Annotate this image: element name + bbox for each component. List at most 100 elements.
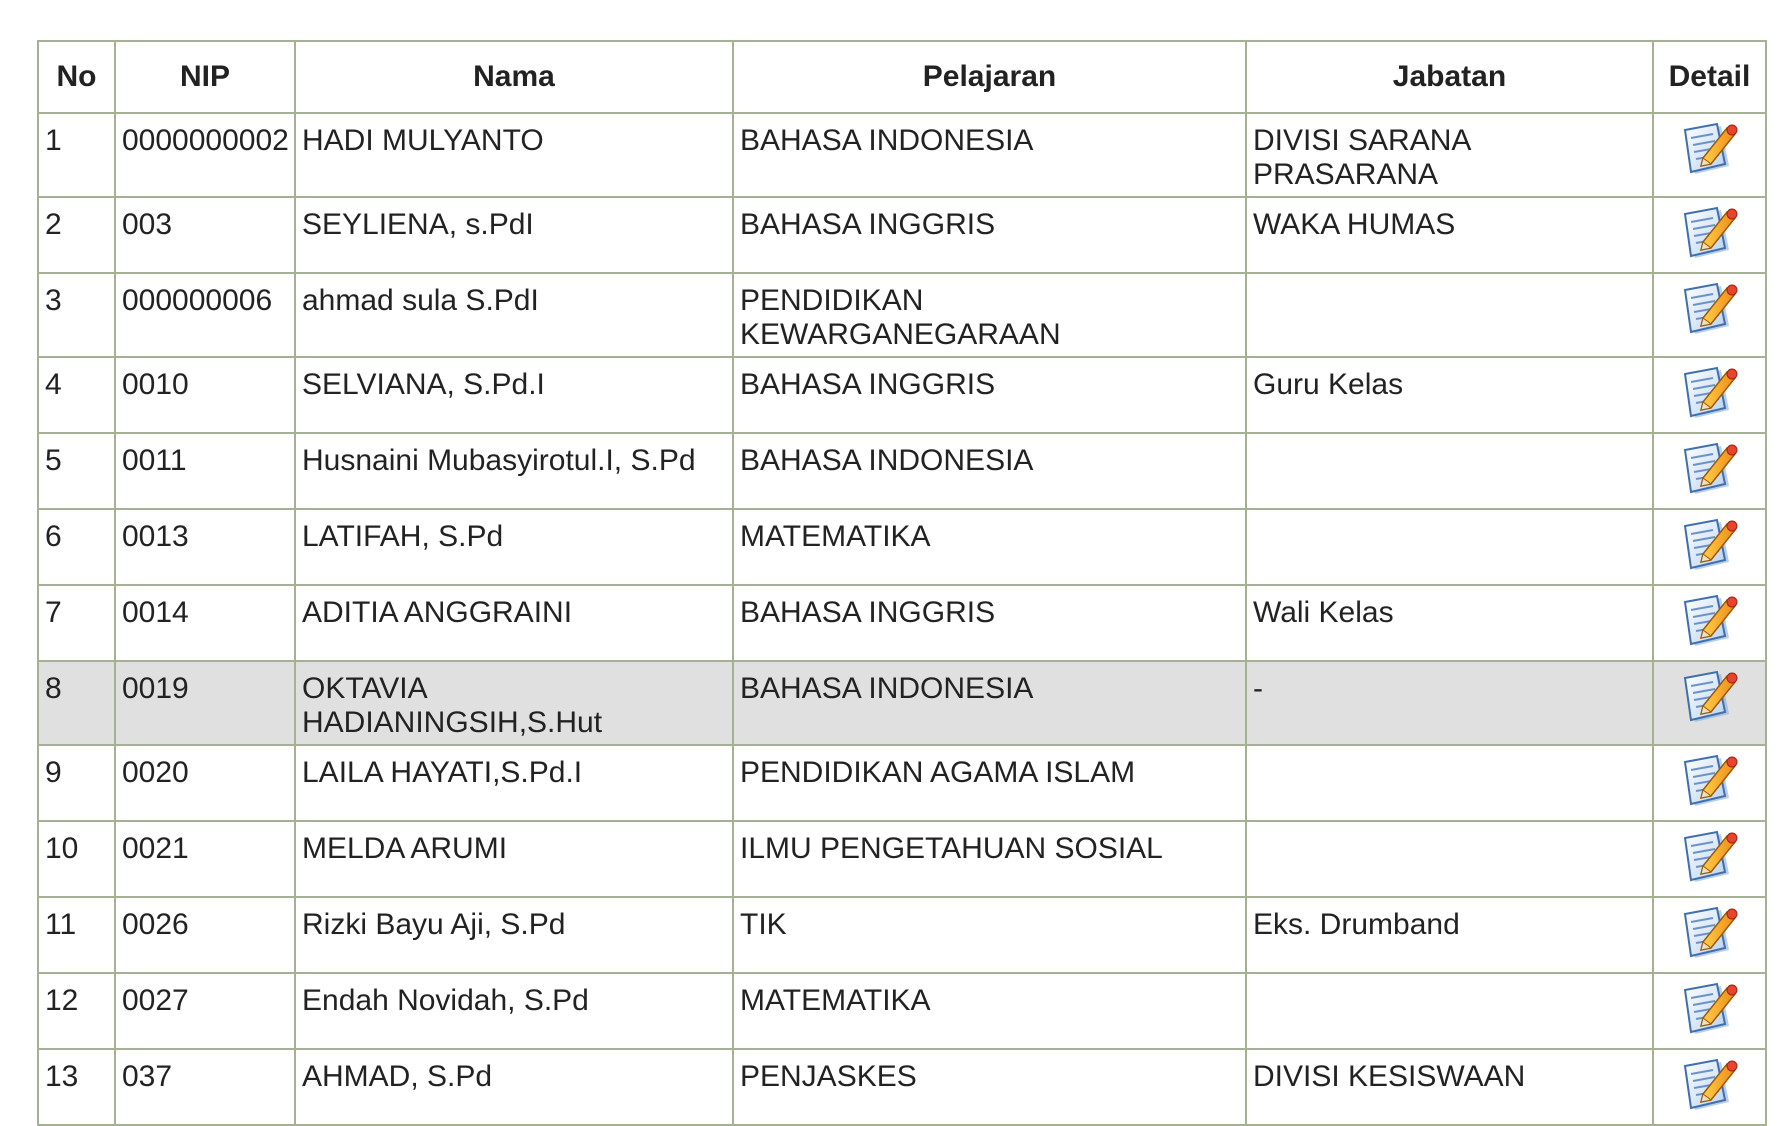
cell-jabatan: DIVISI SARANA PRASARANA	[1245, 112, 1654, 198]
table-row: 11 0026 Rizki Bayu Aji, S.Pd TIK Eks. Dr…	[37, 896, 1767, 974]
cell-jabatan: -	[1245, 660, 1654, 746]
cell-nip: 0000000002	[114, 112, 296, 198]
edit-document-icon[interactable]	[1679, 1054, 1741, 1116]
cell-pelajaran: BAHASA INDONESIA	[732, 112, 1247, 198]
cell-nama: SELVIANA, S.Pd.I	[294, 356, 734, 434]
cell-detail	[1652, 196, 1767, 274]
cell-jabatan	[1245, 432, 1654, 510]
edit-document-icon[interactable]	[1679, 826, 1741, 888]
cell-jabatan: Eks. Drumband	[1245, 896, 1654, 974]
table-row: 5 0011 Husnaini Mubasyirotul.I, S.Pd BAH…	[37, 432, 1767, 510]
cell-no: 5	[37, 432, 116, 510]
edit-document-icon[interactable]	[1679, 590, 1741, 652]
cell-detail	[1652, 272, 1767, 358]
cell-nip: 0010	[114, 356, 296, 434]
cell-nip: 0026	[114, 896, 296, 974]
cell-nama: MELDA ARUMI	[294, 820, 734, 898]
teacher-table-container: No NIP Nama Pelajaran Jabatan Detail 1 0…	[37, 40, 1767, 1126]
cell-nip: 000000006	[114, 272, 296, 358]
edit-document-icon[interactable]	[1679, 202, 1741, 264]
table-row: 3 000000006 ahmad sula S.PdI PENDIDIKAN …	[37, 272, 1767, 358]
cell-jabatan	[1245, 744, 1654, 822]
column-header-nip: NIP	[114, 40, 296, 114]
cell-nip: 0027	[114, 972, 296, 1050]
cell-jabatan	[1245, 820, 1654, 898]
cell-detail	[1652, 744, 1767, 822]
cell-jabatan	[1245, 972, 1654, 1050]
table-row: 8 0019 OKTAVIA HADIANINGSIH,S.Hut BAHASA…	[37, 660, 1767, 746]
cell-no: 6	[37, 508, 116, 586]
cell-nama: ADITIA ANGGRAINI	[294, 584, 734, 662]
edit-document-icon[interactable]	[1679, 438, 1741, 500]
table-header-row: No NIP Nama Pelajaran Jabatan Detail	[37, 40, 1767, 114]
cell-detail	[1652, 660, 1767, 746]
cell-no: 4	[37, 356, 116, 434]
cell-detail	[1652, 508, 1767, 586]
cell-no: 2	[37, 196, 116, 274]
cell-no: 12	[37, 972, 116, 1050]
table-row: 12 0027 Endah Novidah, S.Pd MATEMATIKA	[37, 972, 1767, 1050]
cell-nama: SEYLIENA, s.PdI	[294, 196, 734, 274]
cell-jabatan	[1245, 272, 1654, 358]
cell-pelajaran: ILMU PENGETAHUAN SOSIAL	[732, 820, 1247, 898]
cell-nama: ahmad sula S.PdI	[294, 272, 734, 358]
cell-nama: Endah Novidah, S.Pd	[294, 972, 734, 1050]
cell-nama: Husnaini Mubasyirotul.I, S.Pd	[294, 432, 734, 510]
cell-pelajaran: BAHASA INDONESIA	[732, 660, 1247, 746]
cell-no: 8	[37, 660, 116, 746]
cell-detail	[1652, 356, 1767, 434]
column-header-nama: Nama	[294, 40, 734, 114]
teacher-table: No NIP Nama Pelajaran Jabatan Detail 1 0…	[37, 40, 1767, 1126]
cell-detail	[1652, 112, 1767, 198]
column-header-pelajaran: Pelajaran	[732, 40, 1247, 114]
cell-detail	[1652, 820, 1767, 898]
table-row: 7 0014 ADITIA ANGGRAINI BAHASA INGGRIS W…	[37, 584, 1767, 662]
cell-nip: 0021	[114, 820, 296, 898]
cell-jabatan: Guru Kelas	[1245, 356, 1654, 434]
column-header-no: No	[37, 40, 116, 114]
edit-document-icon[interactable]	[1679, 902, 1741, 964]
column-header-jabatan: Jabatan	[1245, 40, 1654, 114]
edit-document-icon[interactable]	[1679, 362, 1741, 424]
cell-nama: Rizki Bayu Aji, S.Pd	[294, 896, 734, 974]
cell-nama: OKTAVIA HADIANINGSIH,S.Hut	[294, 660, 734, 746]
cell-nip: 0013	[114, 508, 296, 586]
cell-pelajaran: BAHASA INGGRIS	[732, 356, 1247, 434]
cell-jabatan	[1245, 508, 1654, 586]
cell-no: 9	[37, 744, 116, 822]
cell-detail	[1652, 432, 1767, 510]
edit-document-icon[interactable]	[1679, 750, 1741, 812]
cell-pelajaran: TIK	[732, 896, 1247, 974]
cell-jabatan: WAKA HUMAS	[1245, 196, 1654, 274]
cell-nip: 0020	[114, 744, 296, 822]
edit-document-icon[interactable]	[1679, 514, 1741, 576]
edit-document-icon[interactable]	[1679, 978, 1741, 1040]
cell-pelajaran: PENDIDIKAN AGAMA ISLAM	[732, 744, 1247, 822]
cell-no: 1	[37, 112, 116, 198]
cell-detail	[1652, 972, 1767, 1050]
cell-pelajaran: MATEMATIKA	[732, 508, 1247, 586]
table-row: 9 0020 LAILA HAYATI,S.Pd.I PENDIDIKAN AG…	[37, 744, 1767, 822]
cell-pelajaran: PENDIDIKAN KEWARGANEGARAAN	[732, 272, 1247, 358]
table-body: 1 0000000002 HADI MULYANTO BAHASA INDONE…	[37, 112, 1767, 1126]
cell-nip: 0011	[114, 432, 296, 510]
cell-pelajaran: BAHASA INDONESIA	[732, 432, 1247, 510]
table-row: 2 003 SEYLIENA, s.PdI BAHASA INGGRIS WAK…	[37, 196, 1767, 274]
cell-detail	[1652, 584, 1767, 662]
cell-nip: 003	[114, 196, 296, 274]
cell-no: 3	[37, 272, 116, 358]
table-row: 10 0021 MELDA ARUMI ILMU PENGETAHUAN SOS…	[37, 820, 1767, 898]
edit-document-icon[interactable]	[1679, 278, 1741, 340]
cell-nama: LAILA HAYATI,S.Pd.I	[294, 744, 734, 822]
cell-nama: HADI MULYANTO	[294, 112, 734, 198]
edit-document-icon[interactable]	[1679, 118, 1741, 180]
cell-no: 11	[37, 896, 116, 974]
cell-nip: 0019	[114, 660, 296, 746]
edit-document-icon[interactable]	[1679, 666, 1741, 728]
table-row: 6 0013 LATIFAH, S.Pd MATEMATIKA	[37, 508, 1767, 586]
cell-pelajaran: BAHASA INGGRIS	[732, 584, 1247, 662]
cell-pelajaran: BAHASA INGGRIS	[732, 196, 1247, 274]
cell-no: 10	[37, 820, 116, 898]
cell-pelajaran: MATEMATIKA	[732, 972, 1247, 1050]
cell-nip: 0014	[114, 584, 296, 662]
